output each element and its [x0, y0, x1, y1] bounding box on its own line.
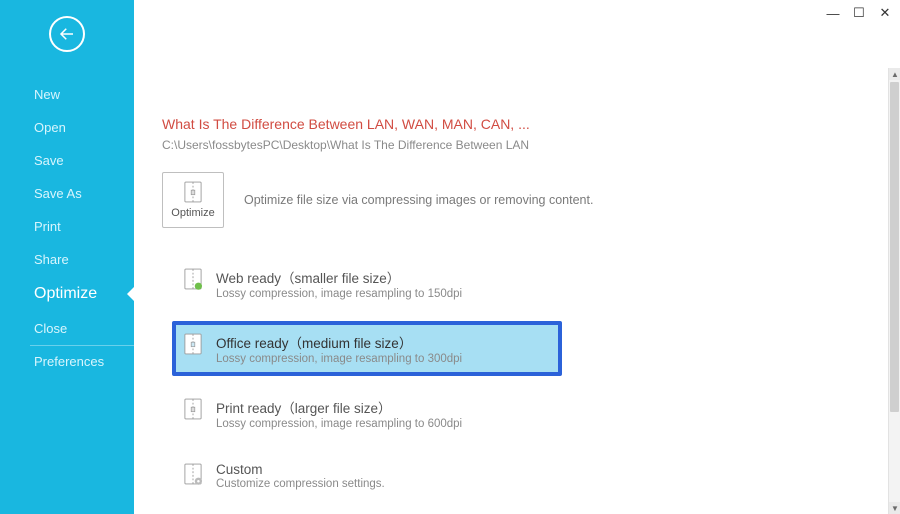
sidebar-item-save[interactable]: Save	[0, 144, 134, 177]
option-texts: Office ready（medium file size） Lossy com…	[216, 332, 462, 365]
scroll-up-button[interactable]: ▲	[889, 68, 900, 80]
option-subtitle: Lossy compression, image resampling to 6…	[216, 418, 462, 430]
back-arrow-icon	[58, 25, 76, 43]
option-print-ready[interactable]: Print ready（larger file size） Lossy comp…	[172, 386, 562, 441]
sidebar-item-label: Preferences	[34, 354, 104, 369]
app-window: — ☐ ✕ New Open Save Save As Print Share …	[0, 0, 900, 514]
option-subtitle: Customize compression settings.	[216, 478, 385, 490]
scroll-down-button[interactable]: ▼	[889, 502, 900, 514]
sidebar-item-save-as[interactable]: Save As	[0, 177, 134, 210]
content-area: What Is The Difference Between LAN, WAN,…	[134, 68, 888, 514]
sidebar-item-label: Save As	[34, 186, 82, 201]
maximize-button[interactable]: ☐	[850, 4, 868, 22]
zip-file-icon	[184, 181, 202, 203]
option-texts: Custom Customize compression settings.	[216, 462, 385, 490]
vertical-scrollbar[interactable]: ▲ ▼	[888, 68, 900, 514]
sidebar-item-label: Save	[34, 153, 64, 168]
option-subtitle: Lossy compression, image resampling to 3…	[216, 353, 462, 365]
sidebar-item-open[interactable]: Open	[0, 111, 134, 144]
zip-file-icon	[184, 333, 202, 355]
main-panel: What Is The Difference Between LAN, WAN,…	[134, 0, 900, 514]
window-controls: — ☐ ✕	[824, 4, 894, 22]
optimize-tile-button[interactable]: Optimize	[162, 172, 224, 228]
sidebar-item-optimize[interactable]: Optimize	[0, 276, 134, 312]
sidebar-item-label: Optimize	[34, 285, 97, 302]
sidebar-item-label: Close	[34, 321, 67, 336]
sidebar-item-close[interactable]: Close	[0, 312, 134, 345]
option-custom[interactable]: Custom Customize compression settings.	[172, 451, 562, 501]
sidebar: New Open Save Save As Print Share Optimi…	[0, 0, 134, 514]
option-title: Print ready（larger file size）	[216, 397, 462, 417]
optimize-header: Optimize Optimize file size via compress…	[162, 172, 860, 228]
option-title: Custom	[216, 462, 385, 477]
sidebar-item-share[interactable]: Share	[0, 243, 134, 276]
sidebar-item-label: New	[34, 87, 60, 102]
sidebar-item-label: Share	[34, 252, 69, 267]
close-window-button[interactable]: ✕	[876, 4, 894, 22]
back-button[interactable]	[49, 16, 85, 52]
option-texts: Print ready（larger file size） Lossy comp…	[216, 397, 462, 430]
sidebar-item-preferences[interactable]: Preferences	[0, 345, 134, 378]
sidebar-item-label: Print	[34, 219, 61, 234]
zip-file-gear-icon	[184, 463, 202, 485]
document-path: C:\Users\fossbytesPC\Desktop\What Is The…	[162, 138, 860, 152]
option-web-ready[interactable]: Web ready（smaller file size） Lossy compr…	[172, 256, 562, 311]
sidebar-header	[0, 0, 134, 68]
sidebar-items: New Open Save Save As Print Share Optimi…	[0, 68, 134, 378]
option-subtitle: Lossy compression, image resampling to 1…	[216, 288, 462, 300]
zip-file-web-icon	[184, 268, 202, 290]
sidebar-item-new[interactable]: New	[0, 78, 134, 111]
zip-file-icon	[184, 398, 202, 420]
optimize-tile-label: Optimize	[171, 207, 214, 219]
optimize-options-list: Web ready（smaller file size） Lossy compr…	[162, 256, 860, 501]
document-title: What Is The Difference Between LAN, WAN,…	[162, 116, 860, 132]
sidebar-item-print[interactable]: Print	[0, 210, 134, 243]
option-office-ready[interactable]: Office ready（medium file size） Lossy com…	[172, 321, 562, 376]
optimize-description: Optimize file size via compressing image…	[244, 193, 593, 207]
option-title: Office ready（medium file size）	[216, 332, 462, 352]
minimize-button[interactable]: —	[824, 4, 842, 22]
sidebar-item-label: Open	[34, 120, 66, 135]
scroll-thumb[interactable]	[890, 82, 899, 412]
option-texts: Web ready（smaller file size） Lossy compr…	[216, 267, 462, 300]
option-title: Web ready（smaller file size）	[216, 267, 462, 287]
